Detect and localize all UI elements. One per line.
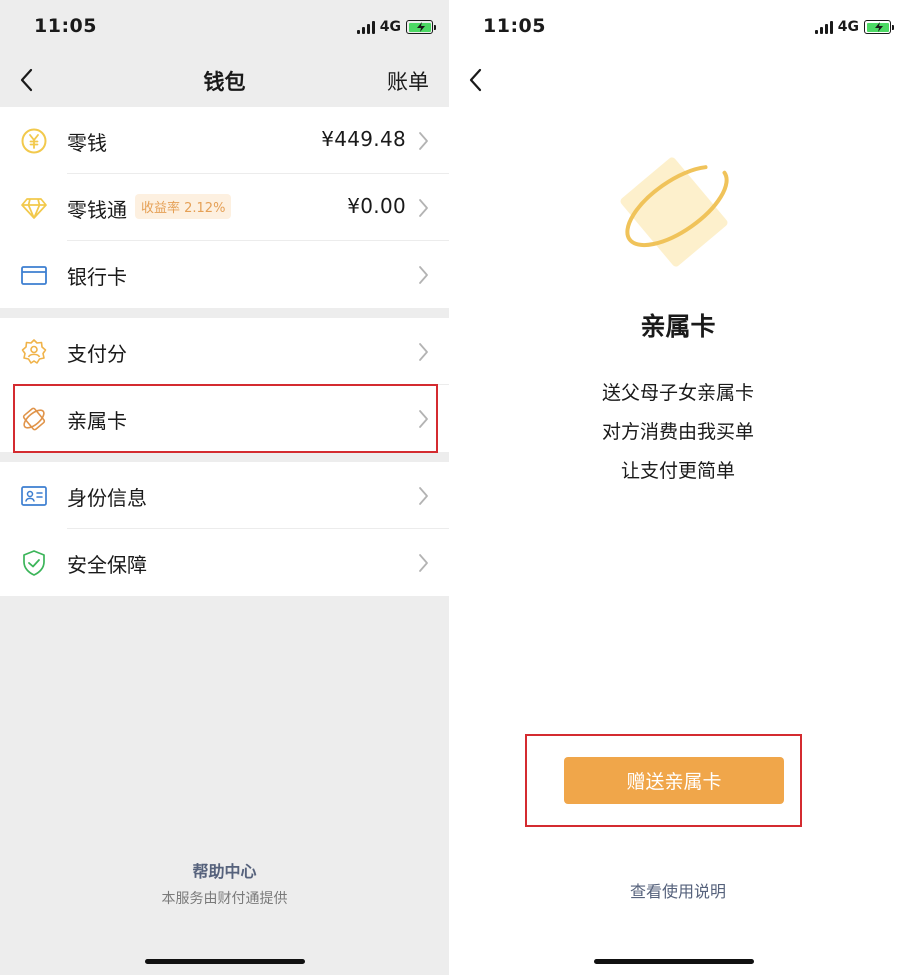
wallet-item-label: 支付分 (67, 342, 127, 366)
wallet-item-label: 银行卡 (67, 265, 127, 289)
family-card-illustration (620, 157, 729, 267)
gift-family-card-button[interactable]: 赠送亲属卡 (564, 757, 784, 804)
status-bar: 11:05 4G (0, 0, 449, 56)
family-card-title: 亲属卡 (640, 312, 716, 341)
status-time: 11:05 (34, 15, 97, 37)
pay-score-icon (21, 339, 47, 364)
status-time: 11:05 (483, 15, 546, 37)
wallet-item-security[interactable]: 安全保障 (0, 529, 449, 596)
security-shield-icon (23, 550, 45, 576)
chevron-right-icon (419, 554, 428, 572)
home-indicator[interactable] (594, 959, 754, 964)
wallet-item-lingqiantong[interactable]: 零钱通 收益率 2.12% ¥0.00 (0, 174, 449, 241)
chevron-right-icon (419, 343, 428, 361)
family-card-description-line: 对方消费由我买单 (601, 421, 754, 443)
battery-icon (406, 20, 436, 34)
wallet-item-identity[interactable]: 身份信息 (0, 462, 449, 529)
bill-link[interactable]: 账单 (387, 66, 429, 96)
diamond-icon (21, 198, 47, 219)
family-card-description-line: 送父母子女亲属卡 (601, 382, 754, 404)
wallet-item-bank-card[interactable]: 银行卡 (0, 241, 449, 308)
network-type: 4G (379, 19, 401, 35)
signal-icon (356, 20, 375, 34)
family-card-description-line: 让支付更简单 (620, 460, 735, 482)
help-center-link[interactable]: 帮助中心 (0, 858, 449, 882)
chevron-right-icon (419, 199, 428, 217)
battery-icon (864, 20, 894, 34)
wallet-group-account: 身份信息 安全保障 (0, 462, 449, 596)
back-arrow-icon[interactable] (465, 66, 489, 94)
bank-card-icon (21, 266, 47, 285)
wallet-item-label: 零钱通 (67, 198, 127, 222)
chevron-right-icon (419, 266, 428, 284)
page-title: 钱包 (203, 70, 246, 94)
network-type: 4G (837, 19, 859, 35)
id-card-icon (21, 486, 47, 506)
family-card-screen: 11:05 4G 亲属卡 送父母子女亲属卡 对方消费由我买单 让支付更简单 赠送… (449, 0, 907, 975)
wallet-item-change[interactable]: 零钱 ¥449.48 (0, 107, 449, 174)
family-card-highlight (13, 384, 438, 453)
wallet-item-label: 安全保障 (67, 553, 147, 577)
wallet-group-balance: 零钱 ¥449.48 零钱通 收益率 2.12% ¥0.00 银行卡 (0, 107, 449, 308)
usage-instructions-link[interactable]: 查看使用说明 (449, 878, 907, 902)
status-indicators: 4G (814, 19, 894, 35)
signal-icon (814, 20, 833, 34)
home-indicator[interactable] (145, 959, 305, 964)
wallet-item-pay-score[interactable]: 支付分 (0, 318, 449, 385)
wallet-item-label: 零钱 (67, 131, 107, 155)
provider-note: 本服务由财付通提供 (161, 891, 288, 907)
yield-badge: 收益率 2.12% (135, 194, 232, 219)
yuan-coin-icon (21, 128, 47, 154)
wallet-nav-bar: 钱包 账单 (0, 56, 449, 106)
chevron-right-icon (419, 487, 428, 505)
family-card-nav-bar (449, 56, 907, 106)
wallet-screen: 11:05 4G 钱包 账单 零钱 ¥449.48 零钱通 收益率 2.12% … (0, 0, 449, 975)
wallet-item-value: ¥0.00 (347, 194, 406, 218)
chevron-right-icon (419, 132, 428, 150)
wallet-item-label: 身份信息 (67, 486, 147, 510)
status-indicators: 4G (356, 19, 436, 35)
status-bar: 11:05 4G (449, 0, 907, 56)
wallet-item-value: ¥449.48 (321, 127, 406, 151)
